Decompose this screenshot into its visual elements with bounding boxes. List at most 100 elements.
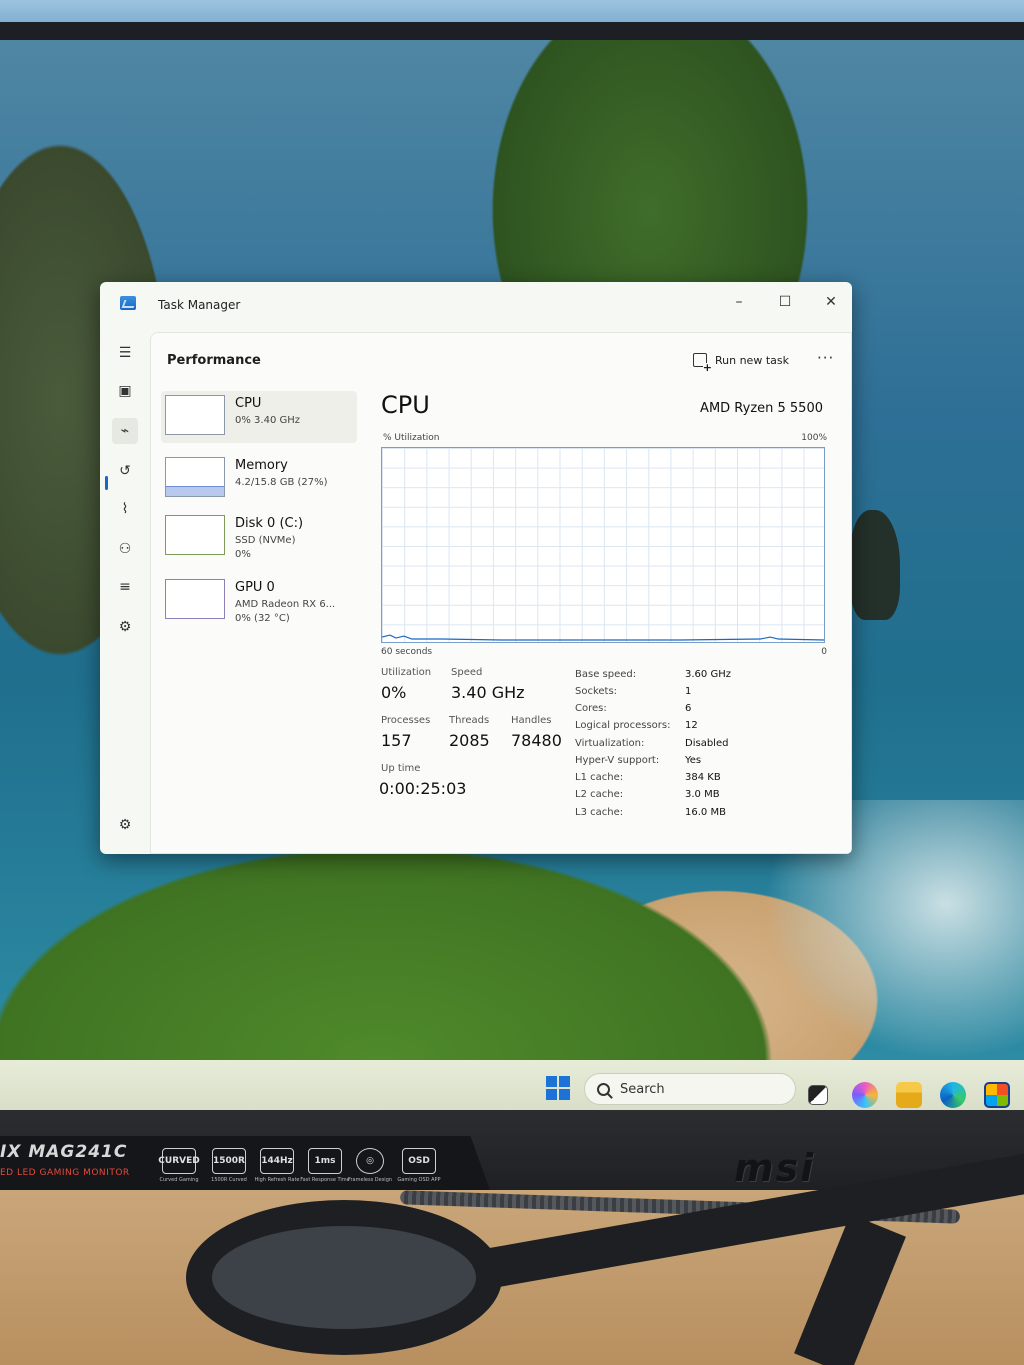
spec-value: 3.0 MB [685, 789, 720, 800]
uptime-value: 0:00:25:03 [379, 779, 467, 798]
resource-detail-2: 0% (32 °C) [235, 613, 290, 624]
spec-label: Base speed: [575, 669, 637, 680]
threads-label: Threads [449, 715, 490, 726]
performance-page: Performance Run new task ··· CPU 0% 3.40… [150, 332, 852, 854]
spec-label: Sockets: [575, 686, 618, 697]
run-task-icon [693, 353, 712, 373]
window-title: Task Manager [158, 298, 241, 312]
spec-label: L2 cache: [575, 789, 624, 800]
utilization-label: Utilization [381, 667, 432, 678]
monitor-tagline: ED LED GAMING MONITOR [0, 1168, 130, 1178]
spec-label: Hyper-V support: [575, 755, 660, 766]
graph-ymax-label: 100% [801, 433, 827, 443]
resource-name: GPU 0 [235, 580, 275, 595]
page-title: Performance [167, 353, 261, 368]
startup-icon[interactable]: ⌇ [112, 496, 138, 522]
copilot-icon[interactable] [852, 1082, 878, 1108]
taskbar-search-label: Search [620, 1081, 665, 1097]
resource-item-memory[interactable]: Memory 4.2/15.8 GB (27%) [161, 453, 357, 505]
cpu-thumbnail-graph [165, 395, 225, 435]
maximize-button[interactable]: ☐ [768, 290, 802, 314]
cpu-title: CPU [381, 391, 430, 419]
resource-item-disk[interactable]: Disk 0 (C:) SSD (NVMe) 0% [161, 511, 357, 563]
feature-badge-curved: CURVED [158, 1148, 200, 1174]
cpu-detail-panel: CPU AMD Ryzen 5 5500 % Utilization 100% … [373, 391, 843, 841]
processes-icon[interactable]: ▣ [112, 378, 138, 404]
threads-value: 2085 [449, 731, 490, 750]
minimize-button[interactable]: – [722, 290, 756, 314]
more-options-button[interactable]: ··· [817, 349, 834, 367]
feature-badge-osd: OSD [402, 1148, 436, 1174]
feature-badge-144hz: 144Hz [260, 1148, 294, 1174]
spec-label: L3 cache: [575, 807, 624, 818]
feature-label-osd: Gaming OSD APP [397, 1177, 441, 1183]
spec-value: 12 [685, 720, 698, 731]
resource-name: Memory [235, 458, 288, 473]
resource-detail: 4.2/15.8 GB (27%) [235, 477, 328, 488]
nav-rail: ☰ ▣ ⌁ ↺ ⌇ ⚇ ≡ ⚙ ⚙ [100, 332, 148, 854]
close-button[interactable]: ✕ [814, 290, 848, 314]
spec-label: Cores: [575, 703, 607, 714]
cpu-model: AMD Ryzen 5 5500 [700, 401, 823, 416]
feature-badge-frameless: ◎ [356, 1148, 384, 1174]
monitor-stand-base [186, 1200, 502, 1355]
title-bar[interactable]: Task Manager – ☐ ✕ [100, 282, 852, 332]
spec-value: 16.0 MB [685, 807, 726, 818]
graph-ylabel: % Utilization [383, 433, 440, 443]
start-button[interactable] [546, 1076, 570, 1100]
handles-label: Handles [511, 715, 552, 726]
resource-item-cpu[interactable]: CPU 0% 3.40 GHz [161, 391, 357, 443]
app-history-icon[interactable]: ↺ [112, 458, 138, 484]
wallpaper-rock [850, 510, 900, 620]
services-icon[interactable]: ⚙ [112, 614, 138, 640]
edge-icon[interactable] [940, 1082, 966, 1108]
file-explorer-icon[interactable] [896, 1082, 922, 1108]
spec-value: Yes [685, 755, 702, 766]
resource-item-gpu[interactable]: GPU 0 AMD Radeon RX 6... 0% (32 °C) [161, 575, 357, 627]
task-manager-app-icon [120, 296, 136, 310]
task-manager-window: Task Manager – ☐ ✕ ☰ ▣ ⌁ ↺ ⌇ ⚇ ≡ ⚙ ⚙ Per… [100, 282, 852, 854]
memory-thumbnail-graph [165, 457, 225, 497]
hamburger-icon[interactable]: ☰ [112, 340, 138, 366]
resource-detail: 0% 3.40 GHz [235, 415, 301, 426]
uptime-label: Up time [381, 763, 421, 774]
resource-detail: AMD Radeon RX 6... [235, 599, 336, 610]
processes-value: 157 [381, 731, 412, 750]
task-view-icon[interactable] [808, 1085, 828, 1105]
msi-logo: msi [734, 1146, 816, 1190]
settings-icon[interactable]: ⚙ [112, 812, 138, 838]
run-new-task-label: Run new task [715, 353, 789, 367]
utilization-value: 0% [381, 683, 407, 702]
users-icon[interactable]: ⚇ [112, 536, 138, 562]
spec-label: Logical processors: [575, 720, 671, 731]
resource-detail: SSD (NVMe) [235, 535, 296, 546]
monitor-model: IX MAG241C [0, 1142, 128, 1162]
feature-badge-1ms: 1ms [308, 1148, 342, 1174]
resource-detail-2: 0% [235, 549, 251, 560]
spec-label: L1 cache: [575, 772, 624, 783]
run-new-task-button[interactable]: Run new task [693, 353, 789, 373]
processes-label: Processes [381, 715, 431, 726]
spec-value: 384 KB [685, 772, 721, 783]
speed-value: 3.40 GHz [451, 683, 525, 702]
nav-active-indicator [105, 476, 108, 490]
handles-value: 78480 [511, 731, 562, 750]
store-icon[interactable] [984, 1082, 1010, 1108]
gpu-thumbnail-graph [165, 579, 225, 619]
spec-value: 6 [685, 703, 692, 714]
resource-list: CPU 0% 3.40 GHz Memory 4.2/15.8 GB (27%)… [161, 391, 357, 641]
speed-label: Speed [451, 667, 483, 678]
graph-xlabel: 60 seconds [381, 647, 433, 657]
taskbar-search[interactable]: Search [584, 1073, 796, 1105]
performance-icon[interactable]: ⌁ [112, 418, 138, 444]
details-icon[interactable]: ≡ [112, 574, 138, 600]
graph-ymin-label: 0 [821, 647, 827, 657]
search-icon [597, 1082, 610, 1096]
cpu-utilization-line [382, 634, 824, 641]
spec-value: 1 [685, 686, 692, 697]
disk-thumbnail-graph [165, 515, 225, 555]
feature-badge-1500r: 1500R [212, 1148, 246, 1174]
resource-name: Disk 0 (C:) [235, 516, 304, 531]
cpu-utilization-graph [381, 447, 825, 643]
spec-value: 3.60 GHz [685, 669, 731, 680]
